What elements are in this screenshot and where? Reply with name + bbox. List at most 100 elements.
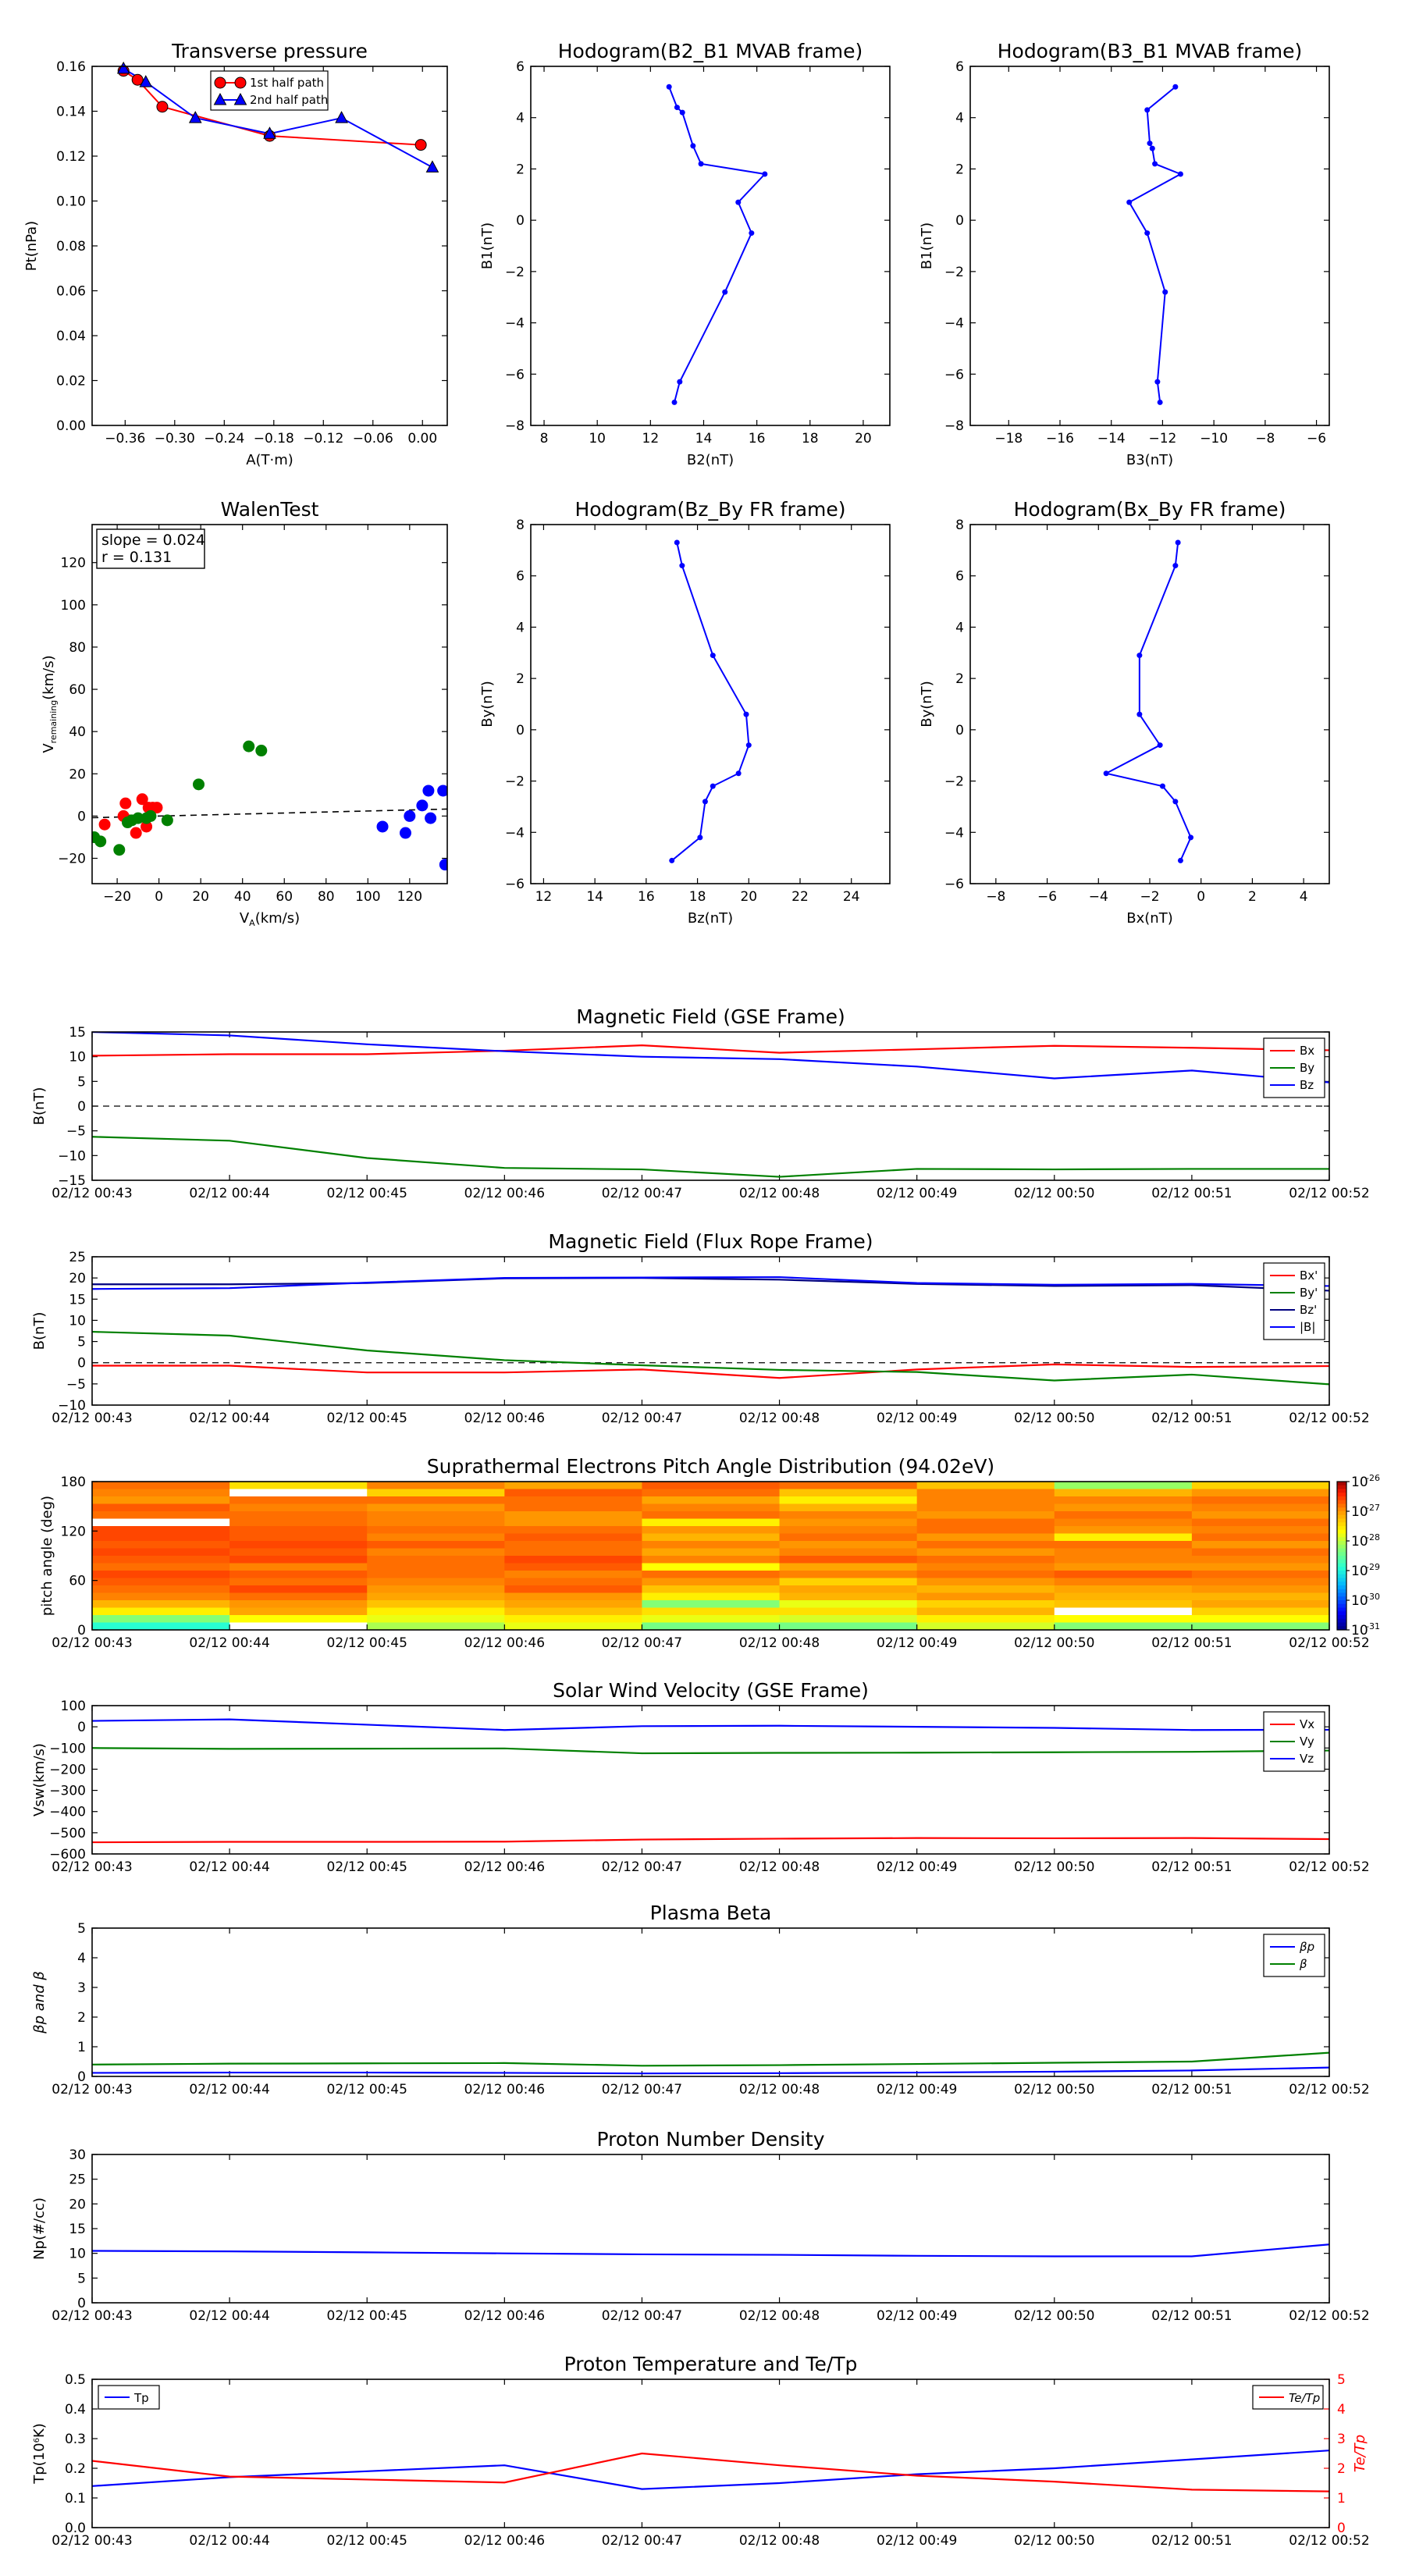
- data-point: [745, 742, 752, 749]
- x-tick-label: 02/12 00:45: [327, 2308, 407, 2324]
- x-tick-label: 02/12 00:45: [327, 1186, 407, 1201]
- series-line: [92, 2243, 1329, 2258]
- heatmap-cell: [367, 1571, 505, 1578]
- data-point: [697, 834, 703, 841]
- data-point: [1175, 539, 1181, 546]
- colorbar-segment: [1337, 1507, 1346, 1512]
- data-point: [425, 160, 439, 173]
- colorbar-tick-exponent: -26: [1366, 1473, 1380, 1483]
- y-tick-label: 15: [69, 1025, 86, 1041]
- x-tick-label: 02/12 00:51: [1151, 1635, 1232, 1651]
- chart-magnetic-field-fr: Magnetic Field (Flux Rope Frame) 02/12 00…: [31, 1230, 1370, 1426]
- data-point: [1152, 161, 1158, 167]
- x-tick-label: 02/12 00:46: [464, 1186, 545, 1201]
- heatmap-cell: [504, 1548, 642, 1557]
- heatmap-cell: [367, 1511, 505, 1519]
- x-tick-label: 02/12 00:48: [739, 1635, 820, 1651]
- x-tick-label: 02/12 00:48: [739, 1859, 820, 1875]
- y-tick-label: 25: [69, 1250, 86, 1265]
- y-tick-label: −100: [49, 1741, 86, 1756]
- colorbar-segment: [1337, 1526, 1346, 1531]
- colorbar-segment: [1337, 1559, 1346, 1564]
- y-tick-label: −4: [944, 825, 964, 841]
- y-tick-label: −200: [49, 1762, 86, 1777]
- heatmap-cell: [92, 1548, 230, 1557]
- x-tick-label: 20: [740, 889, 757, 905]
- x-tick-label: 02/12 00:47: [602, 2082, 682, 2097]
- y-tick-label: 15: [69, 2222, 86, 2237]
- y-tick-label: −2: [944, 774, 964, 790]
- y-tick-label: 30: [69, 2147, 86, 2163]
- heatmap-cell: [916, 1615, 1055, 1623]
- colorbar-segment: [1337, 1485, 1346, 1489]
- legend-entry: Te/Tp: [1289, 2391, 1320, 2405]
- right-y-tick-label: 4: [1337, 2402, 1346, 2418]
- x-tick-label: −8: [1255, 431, 1275, 447]
- heatmap-cell: [229, 1563, 368, 1571]
- heatmap-cell: [1054, 1607, 1193, 1616]
- colorbar-segment: [1337, 1618, 1346, 1623]
- data-point: [1126, 199, 1133, 205]
- series-line: [92, 2450, 1329, 2490]
- heatmap-cell: [642, 1556, 781, 1564]
- y-tick-label: −600: [49, 1847, 86, 1863]
- y-tick-label: −4: [944, 316, 964, 332]
- heatmap-cell: [1054, 1503, 1193, 1512]
- colorbar-segment: [1337, 1529, 1346, 1534]
- heatmap-cell: [642, 1489, 781, 1497]
- colorbar-segment: [1337, 1567, 1346, 1571]
- x-tick-label: 02/12 00:43: [52, 1635, 132, 1651]
- figure-canvas: Transverse pressure−0.36 −0.30 −0.24 −0.18−…: [23, 40, 1380, 2549]
- data-point: [1136, 711, 1143, 717]
- data-point: [193, 778, 205, 791]
- right-y-tick-label: 0: [1337, 2521, 1346, 2536]
- legend-marker: [234, 76, 247, 89]
- heatmap-cell: [642, 1607, 781, 1616]
- x-tick-label: 18: [689, 889, 706, 905]
- heatmap-cell: [1191, 1556, 1330, 1564]
- x-tick-label: 20: [855, 431, 872, 447]
- heatmap-cell: [229, 1511, 368, 1519]
- heatmap-cell: [92, 1563, 230, 1571]
- y-tick-label: 80: [69, 640, 86, 656]
- colorbar-segment: [1337, 1589, 1346, 1593]
- y-tick-label: 0: [77, 1720, 86, 1735]
- colorbar-tick-exponent: -29: [1366, 1562, 1380, 1572]
- legend-entry: 2nd half path: [250, 93, 328, 107]
- heatmap-cell: [1191, 1511, 1330, 1519]
- y-axis-label: By(nT): [479, 681, 496, 727]
- y-tick-label: 6: [516, 59, 525, 75]
- heatmap-cell: [504, 1526, 642, 1534]
- heatmap-cell: [1191, 1607, 1330, 1616]
- data-point: [404, 809, 416, 822]
- heatmap-cell: [92, 1503, 230, 1512]
- x-tick-label: 02/12 00:51: [1151, 1186, 1232, 1201]
- data-point: [677, 379, 683, 385]
- y-tick-label: −20: [58, 852, 86, 867]
- y-tick-label: 0: [77, 1356, 86, 1372]
- heatmap-cell: [504, 1489, 642, 1497]
- data-point: [144, 809, 157, 822]
- heatmap-cell: [1191, 1496, 1330, 1504]
- chart-magnetic-field-gse: Magnetic Field (GSE Frame)02/12 00:43 02/…: [31, 1005, 1370, 1201]
- heatmap-cell: [367, 1600, 505, 1608]
- heatmap-cell: [229, 1600, 368, 1608]
- right-y-tick-label: 1: [1337, 2491, 1346, 2507]
- y-tick-label: −6: [505, 877, 525, 892]
- chart-title: WalenTest: [221, 498, 319, 521]
- right-y-tick-label: 5: [1337, 2372, 1346, 2388]
- x-tick-label: 02/12 00:45: [327, 1411, 407, 1426]
- x-tick-label: −18: [994, 431, 1023, 447]
- data-point: [679, 563, 685, 569]
- heatmap-cell: [916, 1496, 1055, 1504]
- legend-entry: Bx: [1300, 1044, 1314, 1058]
- heatmap-cell: [367, 1563, 505, 1571]
- y-axis-label: pitch angle (deg): [39, 1496, 55, 1616]
- heatmap-cell: [1054, 1533, 1193, 1542]
- y-tick-label: 0: [77, 1623, 86, 1638]
- heatmap-cell: [229, 1496, 368, 1504]
- colorbar-segment: [1337, 1563, 1346, 1567]
- y-axis-label: βp and β: [31, 1971, 48, 2034]
- x-tick-label: 02/12 00:46: [464, 1635, 545, 1651]
- heatmap-cell: [642, 1496, 781, 1504]
